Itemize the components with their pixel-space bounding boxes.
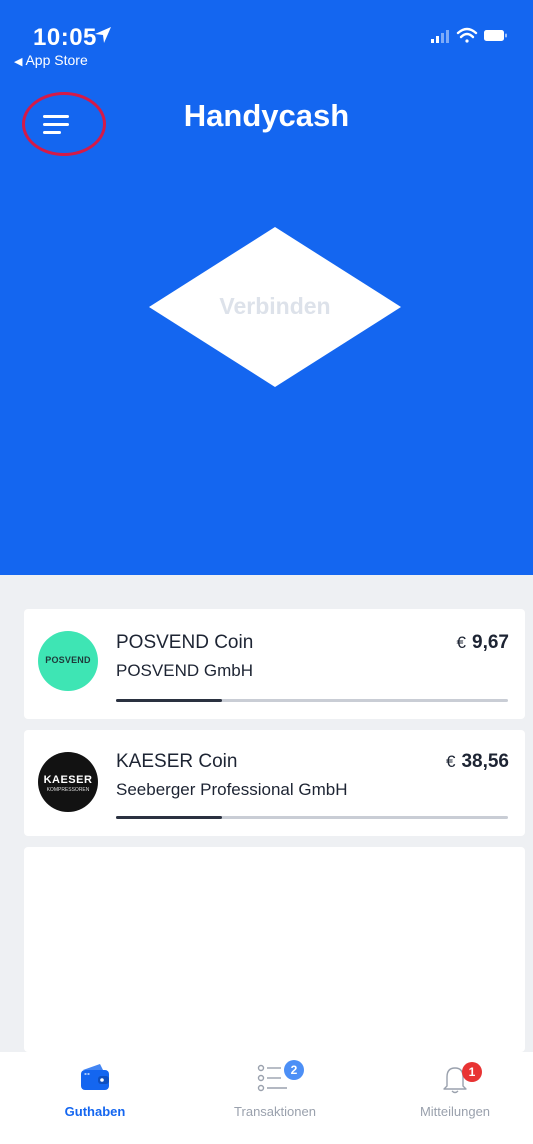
status-time: 10:05 [33, 24, 97, 51]
kaeser-logo-subtext: KOMPRESSOREN [46, 787, 90, 793]
back-to-app-store-link[interactable]: ◀ App Store [14, 52, 88, 68]
posvend-logo-text: POSVEND [45, 655, 91, 665]
tab-guthaben-label: Guthaben [64, 1104, 126, 1119]
tab-mitteilungen[interactable]: 1 Mitteilungen [380, 1052, 530, 1144]
coin-progress-bar [116, 699, 508, 702]
amount-value: 9,67 [472, 632, 509, 653]
coin-amount: €9,67 [457, 632, 509, 654]
connect-label: Verbinden [219, 293, 331, 319]
location-arrow-icon [95, 27, 111, 43]
battery-icon [484, 30, 507, 41]
wifi-icon [456, 27, 478, 43]
back-arrow-icon: ◀ [14, 56, 23, 68]
wallet-icon [81, 1064, 109, 1090]
transactions-badge: 2 [284, 1060, 304, 1080]
coin-progress-fill [116, 699, 222, 702]
posvend-logo: POSVEND [38, 631, 98, 691]
header: 10:05 ◀ App Store Handycash Verbinden [0, 0, 533, 575]
tab-guthaben[interactable]: Guthaben [20, 1052, 170, 1144]
kaeser-logo-text: KAESER [43, 774, 93, 786]
tab-transaktionen-label: Transaktionen [234, 1104, 316, 1119]
empty-card [24, 847, 525, 1052]
signal-icon [431, 30, 449, 43]
tab-mitteilungen-label: Mitteilungen [419, 1104, 491, 1119]
amount-value: 38,56 [461, 751, 509, 772]
page-title: Handycash [183, 98, 350, 133]
coin-company: POSVEND GmbH [116, 661, 253, 680]
currency-symbol: € [456, 633, 467, 652]
kaeser-logo: KAESER KOMPRESSOREN [38, 752, 98, 812]
coin-company: Seeberger Professional GmbH [116, 780, 348, 799]
coin-card-kaeser[interactable]: KAESER KOMPRESSOREN KAESER Coin Seeberge… [24, 730, 525, 836]
tab-transaktionen[interactable]: 2 Transaktionen [200, 1052, 350, 1144]
app-screen: 10:05 ◀ App Store Handycash Verbinden PO… [0, 0, 533, 1144]
tab-bar: Guthaben 2 Transaktionen 1 Mitteilungen [0, 1052, 533, 1144]
status-bar: 10:05 ◀ App Store [0, 0, 533, 70]
coin-name: POSVEND Coin [116, 632, 254, 653]
back-app-label: App Store [25, 52, 88, 68]
coin-card-posvend[interactable]: POSVEND POSVEND Coin POSVEND GmbH €9,67 [24, 609, 525, 719]
connect-button[interactable]: Verbinden [149, 227, 401, 387]
notifications-badge: 1 [462, 1062, 482, 1082]
coin-progress-bar [116, 816, 508, 819]
coin-amount: €38,56 [446, 751, 509, 773]
currency-symbol: € [445, 752, 456, 771]
coin-name: KAESER Coin [116, 751, 238, 772]
status-icons [431, 27, 507, 43]
coin-progress-fill [116, 816, 222, 819]
